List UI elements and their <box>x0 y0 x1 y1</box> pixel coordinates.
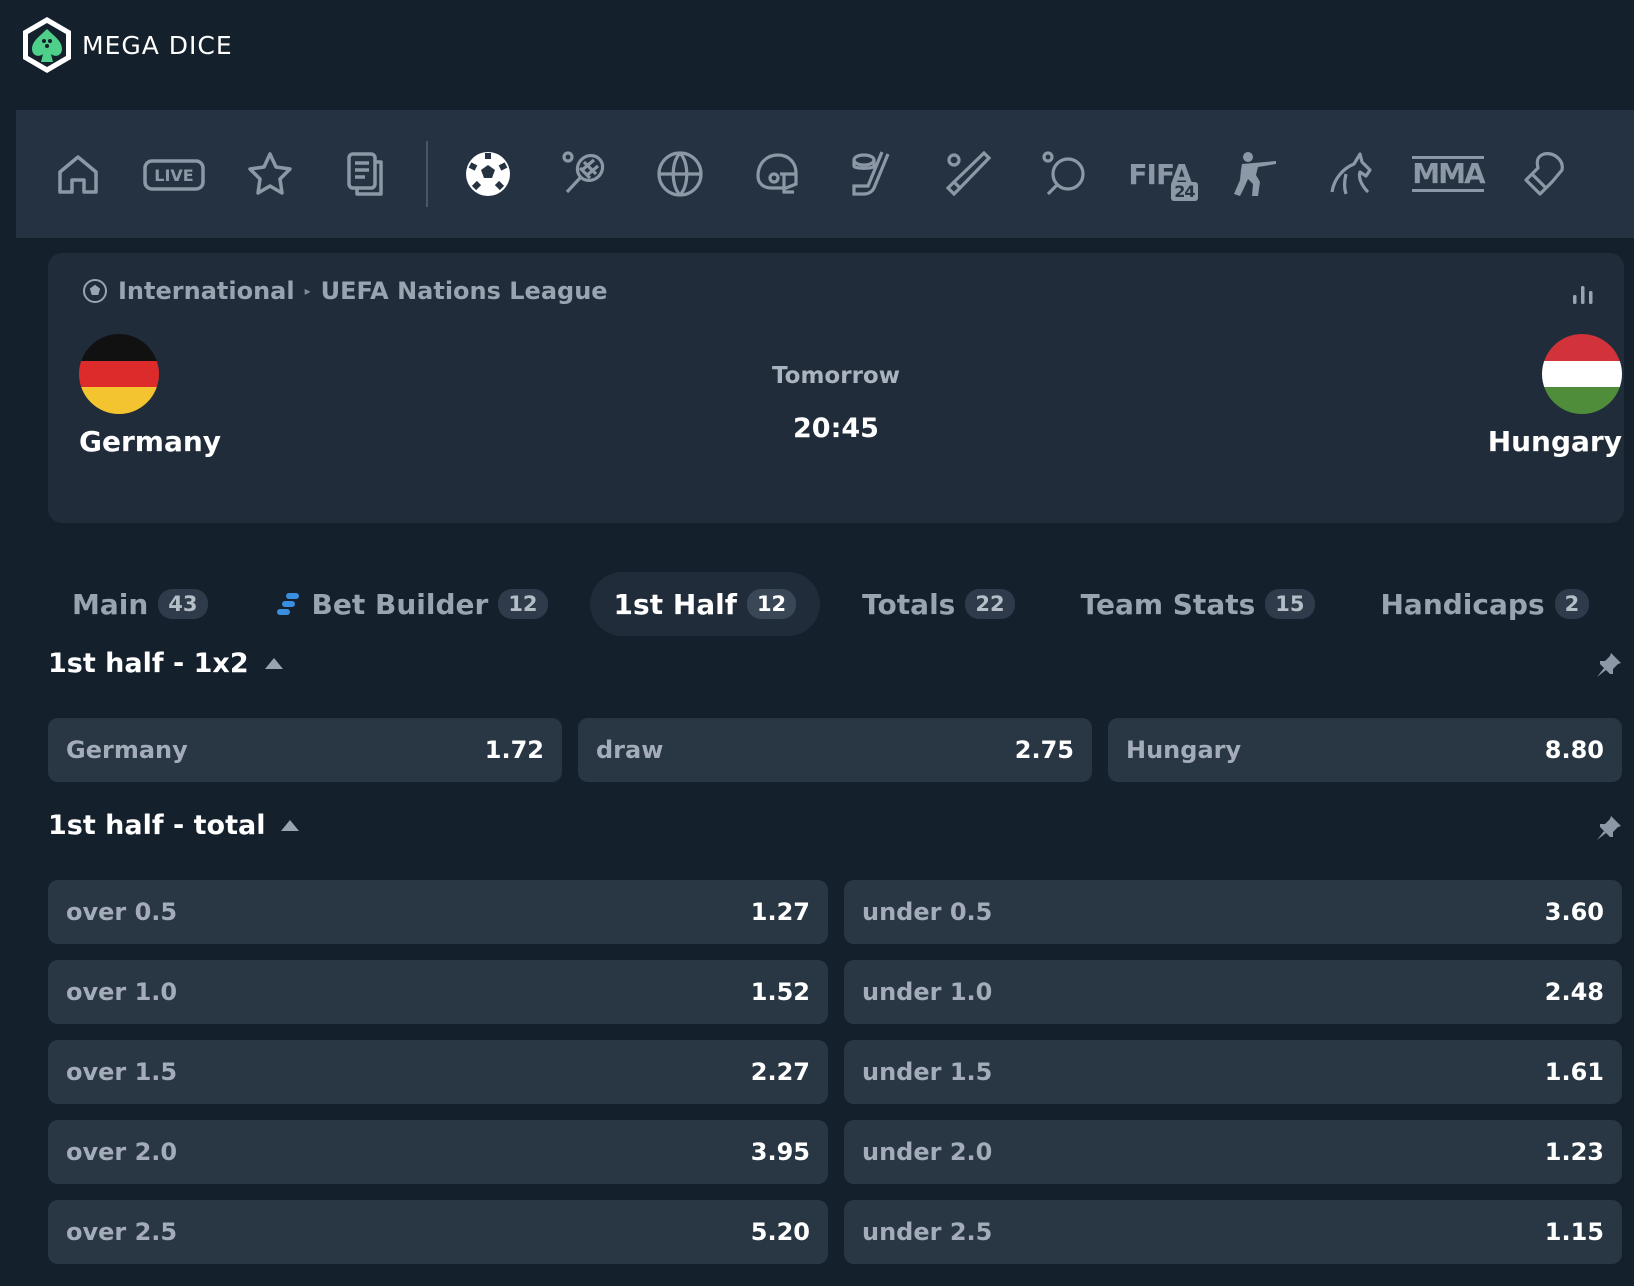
nav-baseball[interactable] <box>920 110 1016 238</box>
breadcrumb-region[interactable]: International <box>118 277 295 305</box>
match-card: International ▸ UEFA Nations League Germ… <box>48 253 1624 523</box>
odd-button-home[interactable]: Germany 1.72 <box>48 718 562 782</box>
sports-nav: LIVE FIFA 24 MMA <box>16 110 1634 238</box>
nav-live[interactable]: LIVE <box>126 110 222 238</box>
logo-mark-icon <box>23 17 71 73</box>
odd-button-under-2-5[interactable]: under 2.5 1.15 <box>844 1200 1622 1264</box>
american-football-icon <box>756 153 798 194</box>
fifa-icon: FIFA 24 <box>1128 158 1198 201</box>
nav-table-tennis[interactable] <box>1016 110 1112 238</box>
match-time: 20:45 <box>793 413 879 444</box>
home-icon <box>58 155 98 194</box>
nav-boxing[interactable] <box>1496 110 1592 238</box>
collapse-caret-icon <box>264 658 283 669</box>
nav-horse-racing[interactable] <box>1304 110 1400 238</box>
odd-button-away[interactable]: Hungary 8.80 <box>1108 718 1622 782</box>
bet-builder-icon <box>276 593 299 615</box>
brand-name: MEGA DICE <box>82 30 233 60</box>
stats-icon[interactable] <box>1570 281 1596 307</box>
nav-mma[interactable]: MMA <box>1400 110 1496 238</box>
market-title-total[interactable]: 1st half - total <box>48 810 300 841</box>
tab-totals[interactable]: Totals 22 <box>838 572 1038 636</box>
tab-main[interactable]: Main 43 <box>48 572 232 636</box>
match-day: Tomorrow <box>772 363 900 389</box>
mma-icon: MMA <box>1412 156 1486 192</box>
nav-american-football[interactable] <box>728 110 824 238</box>
breadcrumb-chevron-icon: ▸ <box>304 284 311 298</box>
soccer-ball-icon <box>83 279 107 303</box>
odd-button-under-2-0[interactable]: under 2.0 1.23 <box>844 1120 1622 1184</box>
boxing-icon <box>1524 152 1564 196</box>
hockey-icon <box>852 151 890 196</box>
counter-strike-icon <box>1234 152 1276 196</box>
odd-button-under-1-0[interactable]: under 1.0 2.48 <box>844 960 1622 1024</box>
pin-icon[interactable] <box>1594 813 1624 843</box>
nav-favorites[interactable] <box>222 110 318 238</box>
brand-logo[interactable]: MEGA DICE <box>18 14 233 76</box>
odd-button-over-2-0[interactable]: over 2.0 3.95 <box>48 1120 828 1184</box>
nav-more-sport[interactable] <box>1592 110 1634 238</box>
live-icon: LIVE <box>143 159 205 191</box>
star-icon <box>248 152 292 195</box>
tab-team-stats[interactable]: Team Stats 15 <box>1057 572 1339 636</box>
breadcrumb-league[interactable]: UEFA Nations League <box>321 277 608 305</box>
svg-text:LIVE: LIVE <box>154 166 193 185</box>
nav-counter-strike[interactable] <box>1208 110 1304 238</box>
nav-betslip[interactable] <box>318 110 414 238</box>
soccer-icon <box>466 152 510 196</box>
away-team-name: Hungary <box>1487 425 1622 458</box>
breadcrumb: International ▸ UEFA Nations League <box>82 277 608 305</box>
betslip-icon <box>347 152 383 196</box>
baseball-icon <box>945 150 992 197</box>
partial-sport-icon <box>1614 148 1634 200</box>
odd-button-under-0-5[interactable]: under 0.5 3.60 <box>844 880 1622 944</box>
nav-basketball[interactable] <box>632 110 728 238</box>
nav-fifa[interactable]: FIFA 24 <box>1112 110 1208 238</box>
nav-tennis[interactable] <box>536 110 632 238</box>
odd-button-over-0-5[interactable]: over 0.5 1.27 <box>48 880 828 944</box>
odd-button-over-1-0[interactable]: over 1.0 1.52 <box>48 960 828 1024</box>
basketball-icon <box>657 151 703 197</box>
odd-button-over-1-5[interactable]: over 1.5 2.27 <box>48 1040 828 1104</box>
hungary-flag-icon <box>1542 334 1622 414</box>
nav-soccer[interactable] <box>440 110 536 238</box>
nav-home[interactable] <box>30 110 126 238</box>
tennis-icon <box>562 151 605 194</box>
tab-bet-builder[interactable]: Bet Builder 12 <box>250 572 572 636</box>
odd-button-under-1-5[interactable]: under 1.5 1.61 <box>844 1040 1622 1104</box>
odd-button-draw[interactable]: draw 2.75 <box>578 718 1092 782</box>
top-bar: MEGA DICE <box>0 0 1634 110</box>
tab-handicaps[interactable]: Handicaps 2 <box>1357 572 1614 636</box>
horse-racing-icon <box>1330 152 1372 195</box>
tab-1st-half[interactable]: 1st Half 12 <box>589 572 821 636</box>
nav-separator <box>426 141 428 207</box>
market-title-1x2[interactable]: 1st half - 1x2 <box>48 648 283 679</box>
nav-hockey[interactable] <box>824 110 920 238</box>
pin-icon[interactable] <box>1594 650 1624 680</box>
odd-button-over-2-5[interactable]: over 2.5 5.20 <box>48 1200 828 1264</box>
table-tennis-icon <box>1042 151 1085 196</box>
market-tabs: Main 43 Bet Builder 12 1st Half 12 Totals 22… <box>48 572 1631 636</box>
collapse-caret-icon <box>281 820 300 831</box>
